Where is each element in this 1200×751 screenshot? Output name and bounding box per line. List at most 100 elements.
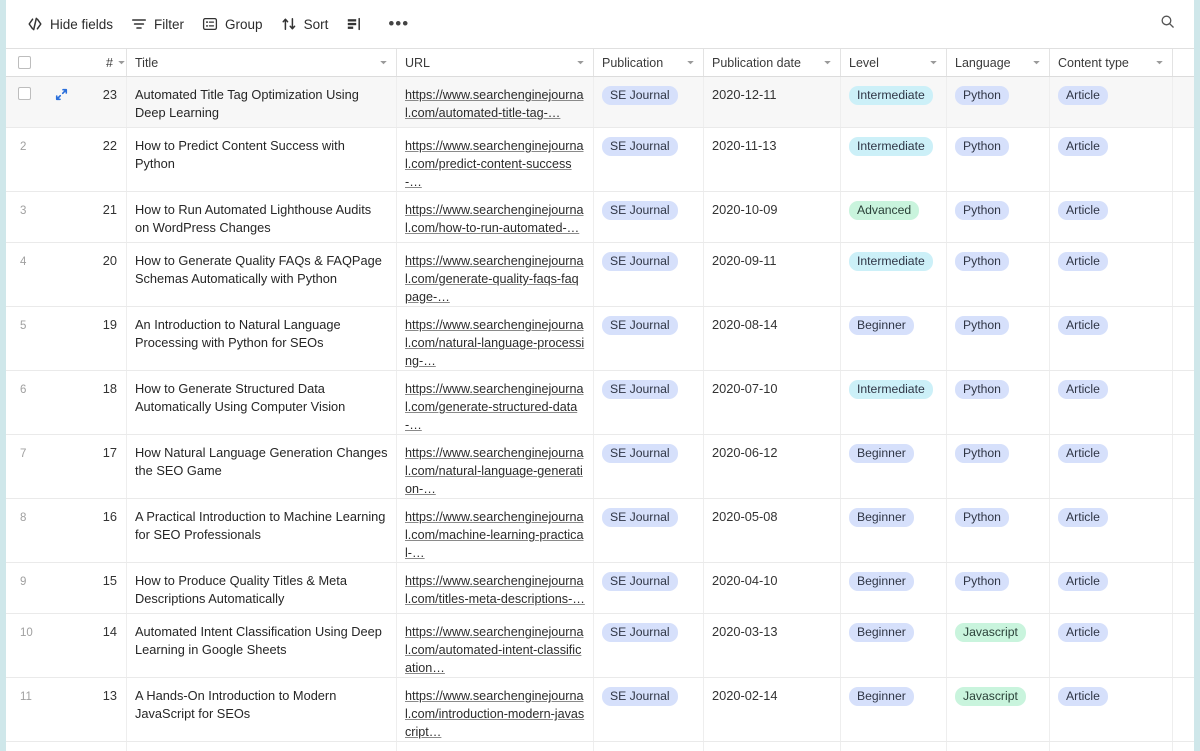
cell-title[interactable]: An Introduction to Natural Language Proc…: [127, 307, 397, 370]
cell-title[interactable]: How to Produce Quality Titles & Meta Des…: [127, 563, 397, 613]
cell-language[interactable]: Python: [947, 563, 1050, 613]
chevron-down-icon[interactable]: [1155, 58, 1164, 67]
cell-publication[interactable]: SE Journal: [594, 307, 704, 370]
cell-title[interactable]: How to Predict Content Success with Pyth…: [127, 128, 397, 191]
row-expand-cell[interactable]: [42, 77, 80, 127]
cell-title[interactable]: Automated Title Tag Optimization Using D…: [127, 77, 397, 127]
url-link[interactable]: https://www.searchenginejournal.com/intr…: [405, 687, 585, 741]
cell-url[interactable]: https://www.searchenginejournal.com/gene…: [397, 243, 594, 306]
cell-publication-date[interactable]: 2020-11-13: [704, 128, 841, 191]
cell-content-type[interactable]: Article: [1050, 371, 1173, 434]
cell-publication[interactable]: SE Journal: [594, 499, 704, 562]
cell-level[interactable]: Intermediate: [841, 243, 947, 306]
cell-publication-date[interactable]: 2020-12-11: [704, 77, 841, 127]
cell-publication-date[interactable]: 2020-06-12: [704, 435, 841, 498]
cell-publication[interactable]: SE Journal: [594, 77, 704, 127]
cell-publication-date[interactable]: 2020-10-09: [704, 192, 841, 242]
chevron-down-icon[interactable]: [823, 58, 832, 67]
cell-content-type[interactable]: Article: [1050, 499, 1173, 562]
cell-content-type[interactable]: Article: [1050, 77, 1173, 127]
cell-num[interactable]: 18: [80, 371, 127, 434]
cell-publication[interactable]: SE Journal: [594, 742, 704, 751]
cell-level[interactable]: Beginner: [841, 499, 947, 562]
header-column-language[interactable]: Language: [947, 49, 1050, 76]
table-row[interactable]: 4 20 How to Generate Quality FAQs & FAQPag…: [6, 243, 1194, 307]
cell-num[interactable]: 21: [80, 192, 127, 242]
cell-num[interactable]: 16: [80, 499, 127, 562]
cell-language[interactable]: Python: [947, 371, 1050, 434]
row-select-cell[interactable]: [6, 77, 42, 127]
cell-title[interactable]: A Practical Introduction to Machine Lear…: [127, 499, 397, 562]
cell-language[interactable]: Python: [947, 243, 1050, 306]
cell-language[interactable]: Python: [947, 435, 1050, 498]
table-row[interactable]: 23 Automated Title Tag Optimization Using…: [6, 77, 1194, 128]
cell-publication-date[interactable]: 2020-02-14: [704, 678, 841, 741]
url-link[interactable]: https://www.searchenginejournal.com/auto…: [405, 86, 585, 122]
cell-num[interactable]: 19: [80, 307, 127, 370]
cell-num[interactable]: 23: [80, 77, 127, 127]
cell-content-type[interactable]: Article: [1050, 678, 1173, 741]
group-button[interactable]: Group: [193, 9, 272, 39]
cell-num[interactable]: 17: [80, 435, 127, 498]
cell-publication-date[interactable]: 2020-07-10: [704, 371, 841, 434]
cell-title[interactable]: An Introduction to Python for SEO Pros U…: [127, 742, 397, 751]
cell-content-type[interactable]: Article: [1050, 435, 1173, 498]
url-link[interactable]: https://www.searchenginejournal.com/mach…: [405, 508, 585, 562]
cell-title[interactable]: A Hands-On Introduction to Modern JavaSc…: [127, 678, 397, 741]
chevron-down-icon[interactable]: [686, 58, 695, 67]
cell-publication-date[interactable]: 2020-08-14: [704, 307, 841, 370]
cell-num[interactable]: 13: [80, 678, 127, 741]
header-column-publication-date[interactable]: Publication date: [704, 49, 841, 76]
header-column-url[interactable]: URL: [397, 49, 594, 76]
cell-language[interactable]: Python: [947, 77, 1050, 127]
table-row[interactable]: 11 13 A Hands-On Introduction to Modern Ja…: [6, 678, 1194, 742]
cell-url[interactable]: https://www.searchenginejournal.com/intr…: [397, 742, 594, 751]
sort-button[interactable]: Sort: [272, 9, 338, 39]
row-checkbox[interactable]: [17, 87, 31, 100]
table-row[interactable]: 1212An Introduction to Python for SEO Pr…: [6, 742, 1194, 751]
cell-publication[interactable]: SE Journal: [594, 563, 704, 613]
cell-level[interactable]: Beginner: [841, 678, 947, 741]
table-row[interactable]: 2 22 How to Predict Content Success with P…: [6, 128, 1194, 192]
cell-level[interactable]: Advanced: [841, 192, 947, 242]
cell-url[interactable]: https://www.searchenginejournal.com/gene…: [397, 371, 594, 434]
table-row[interactable]: 6 18 How to Generate Structured Data Autom…: [6, 371, 1194, 435]
cell-level[interactable]: Beginner: [841, 435, 947, 498]
cell-title[interactable]: Automated Intent Classification Using De…: [127, 614, 397, 677]
cell-level[interactable]: Intermediate: [841, 371, 947, 434]
cell-content-type[interactable]: Article: [1050, 243, 1173, 306]
cell-title[interactable]: How to Generate Quality FAQs & FAQPage S…: [127, 243, 397, 306]
header-column-add-field[interactable]: [1173, 49, 1194, 76]
cell-level[interactable]: Beginner: [841, 307, 947, 370]
cell-url[interactable]: https://www.searchenginejournal.com/auto…: [397, 614, 594, 677]
cell-content-type[interactable]: Article: [1050, 128, 1173, 191]
cell-publication-date[interactable]: 2020-04-10: [704, 563, 841, 613]
cell-publication-date[interactable]: 2020-05-08: [704, 499, 841, 562]
row-height-button[interactable]: [337, 9, 378, 39]
table-row[interactable]: 7 17 How Natural Language Generation Chang…: [6, 435, 1194, 499]
cell-level[interactable]: Beginner: [841, 614, 947, 677]
chevron-down-icon[interactable]: [929, 58, 938, 67]
cell-level[interactable]: Intermediate: [841, 128, 947, 191]
cell-language[interactable]: Python: [947, 742, 1050, 751]
cell-language[interactable]: Python: [947, 192, 1050, 242]
cell-content-type[interactable]: Article: [1050, 563, 1173, 613]
cell-num[interactable]: 12: [80, 742, 127, 751]
select-all-checkbox[interactable]: [17, 56, 31, 69]
url-link[interactable]: https://www.searchenginejournal.com/pred…: [405, 137, 585, 191]
cell-publication-date[interactable]: 2020-03-13: [704, 614, 841, 677]
cell-level[interactable]: Beginner: [841, 563, 947, 613]
header-select-all[interactable]: [6, 49, 42, 76]
search-button[interactable]: [1154, 11, 1180, 37]
cell-url[interactable]: https://www.searchenginejournal.com/intr…: [397, 678, 594, 741]
header-column-title[interactable]: Title: [127, 49, 397, 76]
cell-num[interactable]: 22: [80, 128, 127, 191]
cell-language[interactable]: Python: [947, 307, 1050, 370]
cell-language[interactable]: Javascript: [947, 678, 1050, 741]
hide-fields-button[interactable]: Hide fields: [18, 9, 122, 39]
cell-content-type[interactable]: Article: [1050, 192, 1173, 242]
cell-num[interactable]: 20: [80, 243, 127, 306]
url-link[interactable]: https://www.searchenginejournal.com/auto…: [405, 623, 585, 677]
chevron-down-icon[interactable]: [379, 58, 388, 67]
cell-url[interactable]: https://www.searchenginejournal.com/pred…: [397, 128, 594, 191]
